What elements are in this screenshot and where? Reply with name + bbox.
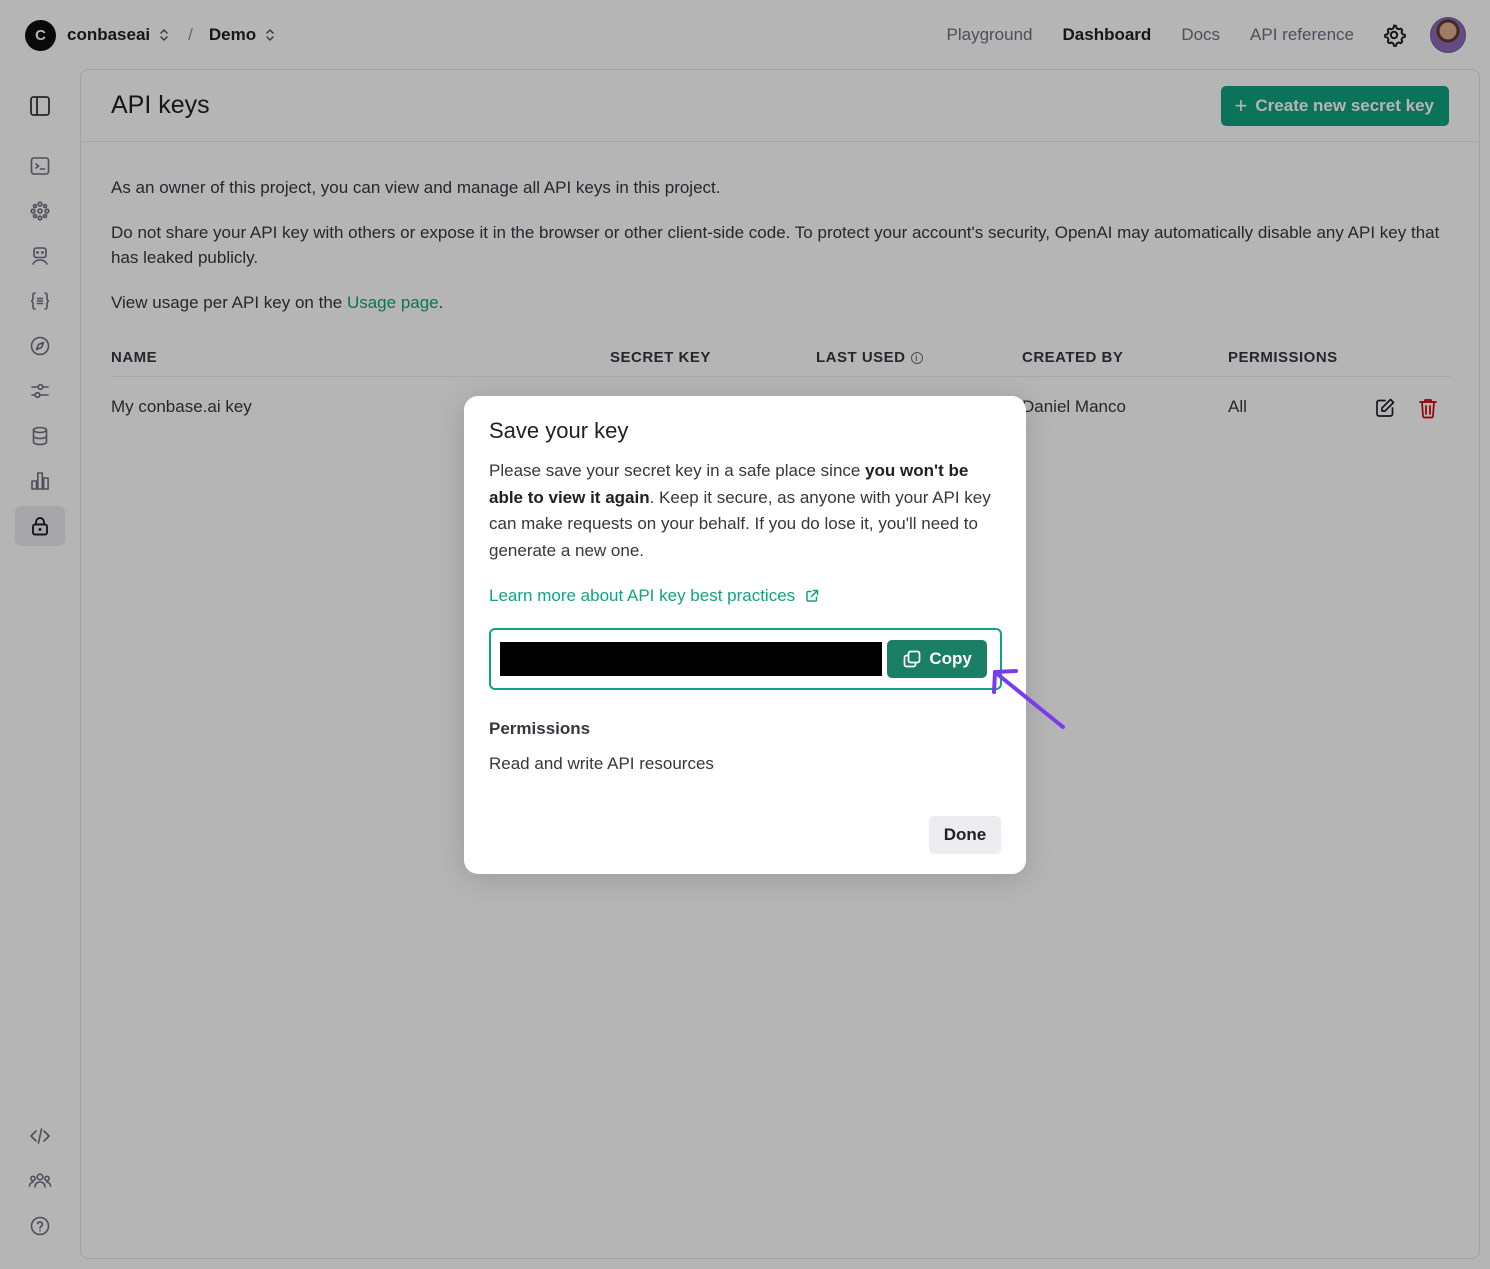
best-practices-label: Learn more about API key best practices <box>489 586 796 605</box>
permissions-value: Read and write API resources <box>489 754 714 773</box>
external-link-icon <box>806 589 819 602</box>
copy-label: Copy <box>929 649 972 668</box>
copy-button[interactable]: Copy <box>887 640 987 678</box>
dialog-title: Save your key <box>489 418 629 443</box>
best-practices-link[interactable]: Learn more about API key best practices <box>489 586 819 606</box>
dialog-description: Please save your secret key in a safe pl… <box>489 458 1001 564</box>
annotation-arrow-icon <box>992 669 1065 729</box>
save-key-dialog: Save your key Please save your secret ke… <box>464 396 1026 874</box>
copy-icon <box>904 650 921 668</box>
secret-key-box: Copy <box>489 628 1002 690</box>
permissions-label: Permissions <box>489 719 591 738</box>
dialog-text-before: Please save your secret key in a safe pl… <box>489 461 866 480</box>
secret-key-field[interactable] <box>500 642 883 676</box>
done-button[interactable]: Done <box>929 816 1001 854</box>
